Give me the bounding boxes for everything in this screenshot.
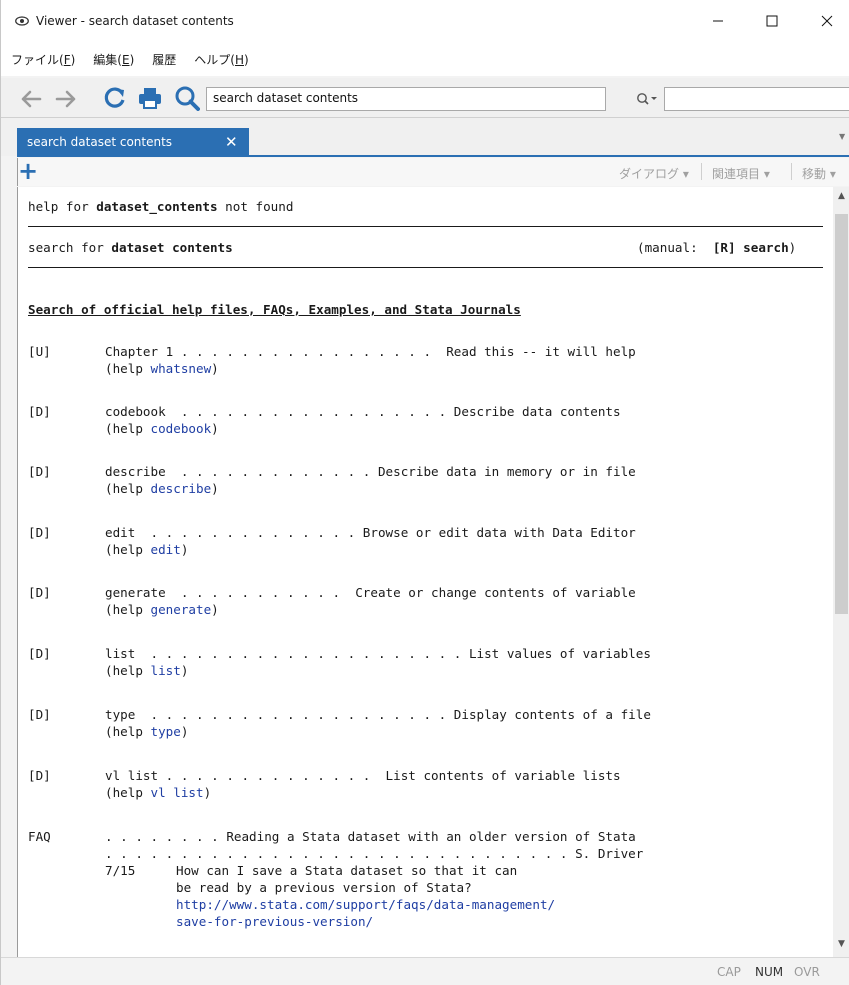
entry-tag: [U] (28, 344, 51, 359)
divider (28, 226, 823, 227)
entry-help: (help codebook) (105, 421, 219, 436)
entry-help: (help generate) (105, 602, 219, 617)
search-for-line: search for dataset contents (28, 240, 233, 255)
help-link[interactable]: whatsnew (151, 361, 212, 376)
help-link[interactable]: describe (151, 481, 212, 496)
faq-question-line: How can I save a Stata dataset so that i… (176, 863, 518, 878)
tab-label: search dataset contents (27, 135, 173, 149)
results-heading: Search of official help files, FAQs, Exa… (28, 302, 521, 317)
toolbar: search dataset contents (1, 78, 849, 118)
find-input[interactable] (664, 87, 849, 111)
new-tab-plus-icon[interactable]: + (18, 159, 38, 183)
jump-to-dropdown[interactable]: 移動 ▾ (802, 165, 836, 182)
eye-icon (15, 14, 29, 28)
search-icon[interactable] (173, 83, 201, 113)
menu-help[interactable]: ヘルプ(H) (192, 49, 250, 70)
entry-tag: [D] (28, 585, 51, 600)
entry-line: describe . . . . . . . . . . . . . Descr… (105, 464, 636, 479)
toolbar-divider (701, 163, 702, 180)
entry-tag: [D] (28, 707, 51, 722)
maximize-button[interactable] (749, 0, 795, 42)
dialog-dropdown[interactable]: ダイアログ ▾ (619, 165, 689, 182)
faq-title-line: . . . . . . . . Reading a Stata dataset … (105, 829, 636, 844)
faq-author-line: . . . . . . . . . . . . . . . . . . . . … (105, 846, 644, 861)
window-title: Viewer - search dataset contents (36, 14, 234, 28)
faq-tag: FAQ (28, 829, 51, 844)
faq-url-link[interactable]: save-for-previous-version/ (176, 913, 373, 930)
tab-list-dropdown-icon[interactable]: ▼ (839, 132, 845, 141)
help-link[interactable]: vl list (151, 785, 204, 800)
scroll-thumb[interactable] (835, 214, 848, 614)
menu-bar: ファイル(F) 編集(E) 履歴 ヘルプ(H) (1, 42, 849, 76)
tab-underline (17, 155, 849, 157)
entry-line: Chapter 1 . . . . . . . . . . . . . . . … (105, 344, 636, 359)
tab-search-dataset-contents[interactable]: search dataset contents ✕ (17, 128, 249, 156)
forward-arrow-icon[interactable] (53, 84, 79, 114)
help-link[interactable]: codebook (151, 421, 212, 436)
viewer-window: Viewer - search dataset contents ファイル(F)… (0, 0, 849, 985)
back-arrow-icon[interactable] (18, 84, 44, 114)
help-content: help for dataset_contents not found sear… (17, 187, 833, 957)
not-found-line: help for dataset_contents not found (28, 199, 294, 214)
refresh-icon[interactable] (101, 83, 129, 113)
entry-tag: [D] (28, 404, 51, 419)
scroll-down-icon[interactable]: ▼ (833, 939, 849, 953)
menu-file[interactable]: ファイル(F) (9, 49, 77, 70)
entry-help: (help vl list) (105, 785, 212, 800)
see-also-dropdown[interactable]: 関連項目 ▾ (712, 165, 770, 182)
entry-help: (help describe) (105, 481, 219, 496)
entry-line: type . . . . . . . . . . . . . . . . . .… (105, 707, 651, 722)
entry-tag: [D] (28, 464, 51, 479)
vertical-scrollbar[interactable]: ▲ ▼ (833, 187, 849, 957)
scroll-up-icon[interactable]: ▲ (833, 191, 849, 205)
help-link[interactable]: list (151, 663, 181, 678)
close-window-button[interactable] (804, 0, 849, 42)
num-lock-indicator: NUM (755, 965, 784, 979)
tab-strip: search dataset contents ✕ ▼ (1, 118, 849, 156)
menu-history[interactable]: 履歴 (150, 49, 178, 70)
faq-url-link[interactable]: http://www.stata.com/support/faqs/data-m… (176, 896, 555, 913)
find-icon[interactable] (636, 89, 660, 109)
entry-line: codebook . . . . . . . . . . . . . . . .… (105, 404, 621, 419)
entry-tag: [D] (28, 525, 51, 540)
entry-line: edit . . . . . . . . . . . . . . Browse … (105, 525, 636, 540)
entry-line: list . . . . . . . . . . . . . . . . . .… (105, 646, 651, 661)
help-link[interactable]: type (151, 724, 181, 739)
manual-reference: (manual: [R] search) (637, 240, 797, 255)
help-link[interactable]: generate (151, 602, 212, 617)
status-bar: CAP NUM OVR (1, 957, 849, 985)
help-link[interactable]: edit (151, 542, 181, 557)
entry-help: (help whatsnew) (105, 361, 219, 376)
entry-line: generate . . . . . . . . . . . Create or… (105, 585, 636, 600)
entry-tag: [D] (28, 646, 51, 661)
faq-date: 7/15 (105, 863, 136, 878)
minimize-button[interactable] (695, 0, 741, 42)
faq-question-line: be read by a previous version of Stata? (176, 880, 472, 895)
entry-tag: [D] (28, 768, 51, 783)
divider (28, 267, 823, 268)
entry-line: vl list . . . . . . . . . . . . . . List… (105, 768, 621, 783)
toolbar-divider (791, 163, 792, 180)
caps-lock-indicator: CAP (717, 965, 741, 979)
overwrite-indicator: OVR (794, 965, 820, 979)
search-input[interactable]: search dataset contents (206, 87, 606, 111)
entry-help: (help list) (105, 663, 189, 678)
print-icon[interactable] (136, 83, 164, 113)
entry-help: (help type) (105, 724, 189, 739)
menu-edit[interactable]: 編集(E) (91, 49, 136, 70)
title-bar: Viewer - search dataset contents (1, 0, 849, 42)
tab-close-icon[interactable]: ✕ (225, 133, 238, 151)
viewer-toolbar: + ダイアログ ▾ 関連項目 ▾ 移動 ▾ (17, 158, 849, 186)
entry-help: (help edit) (105, 542, 189, 557)
